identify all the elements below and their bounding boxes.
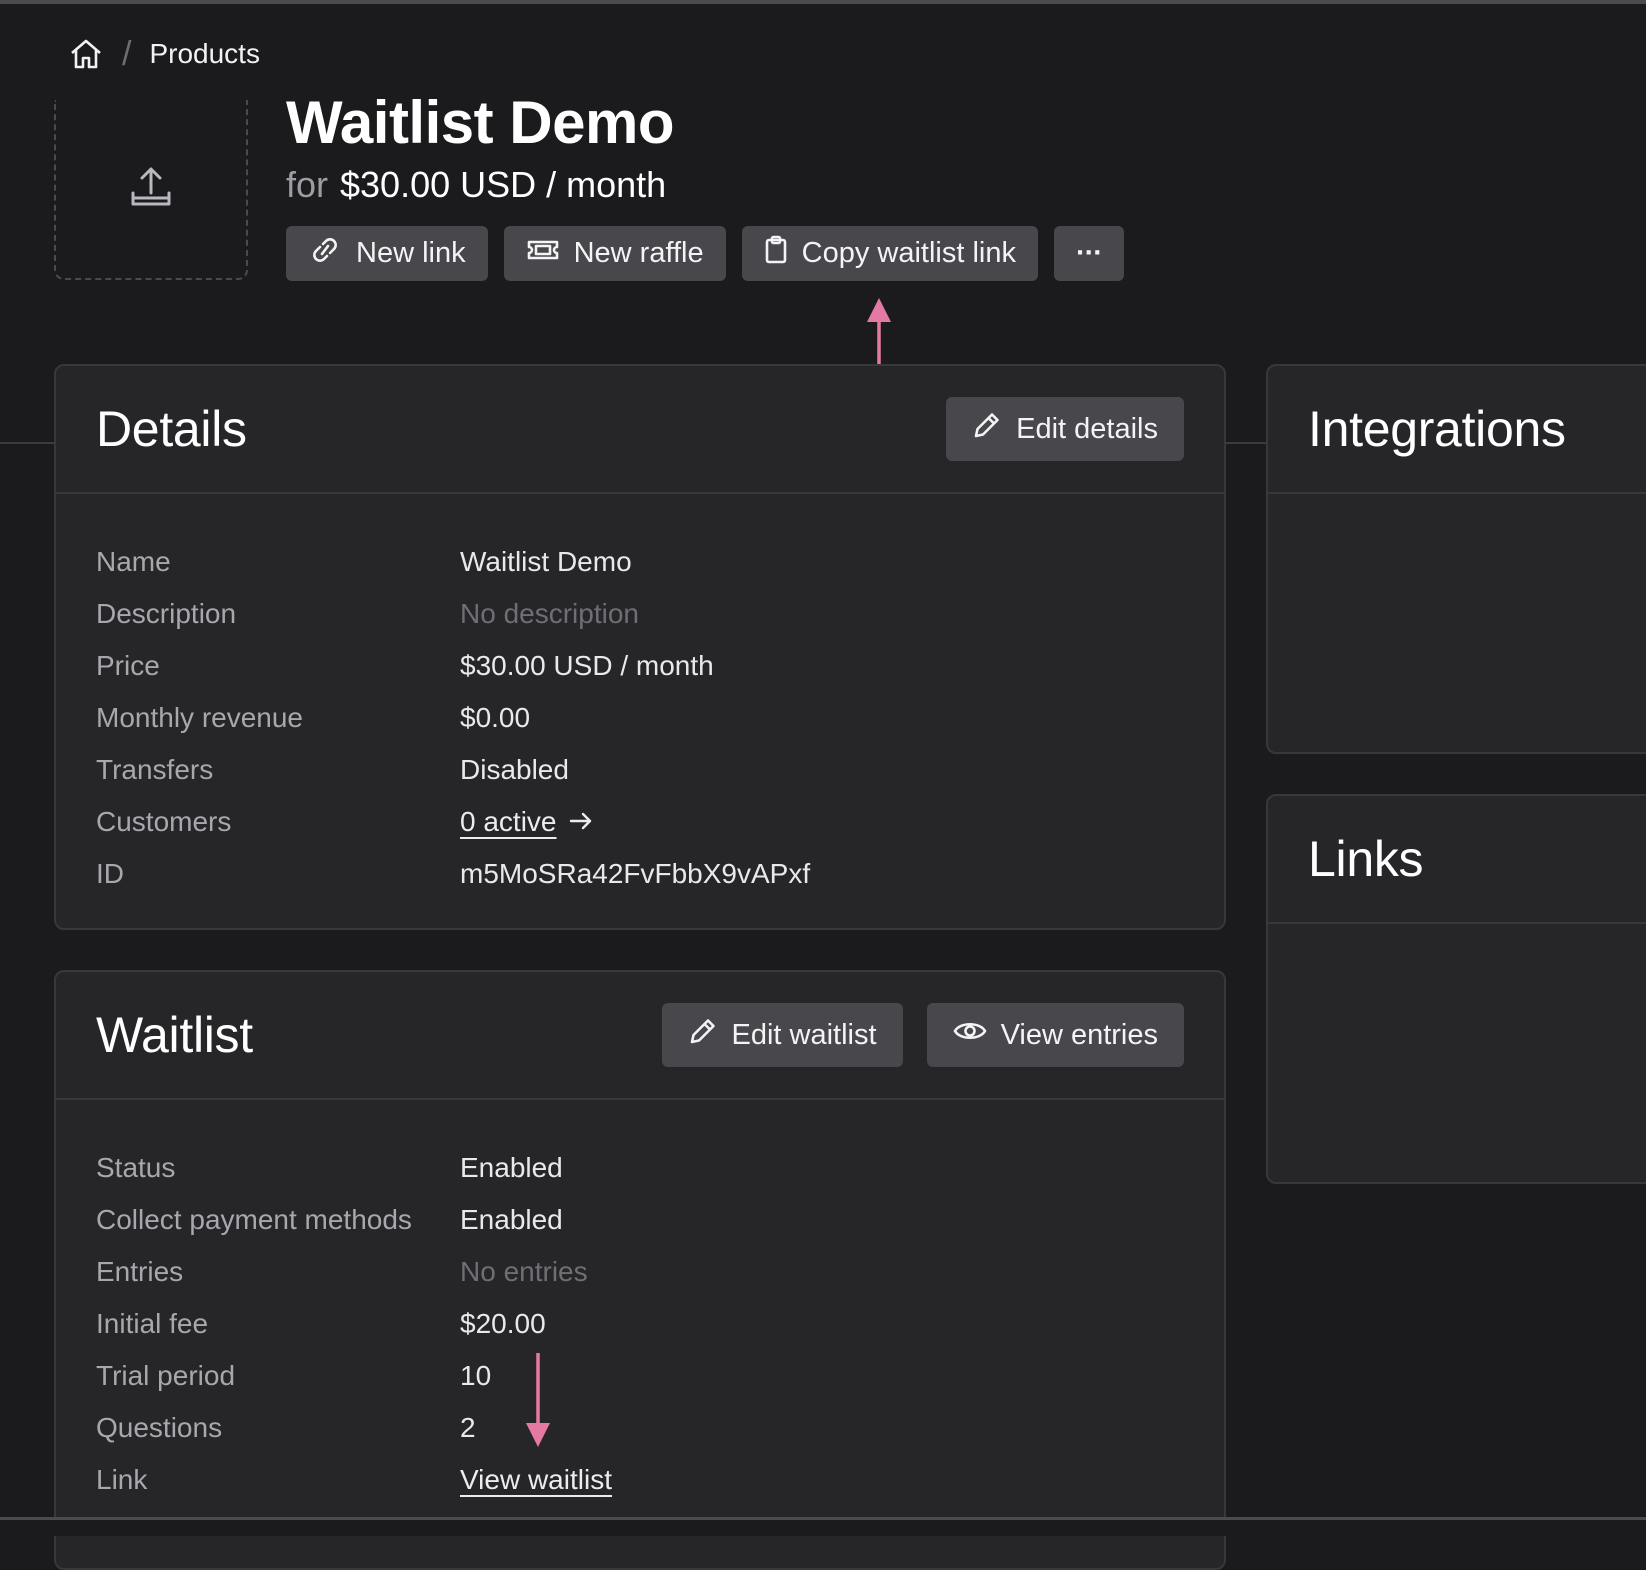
waitlist-row-entries: Entries No entries xyxy=(56,1246,1224,1298)
waitlist-row-trial-period: Trial period 10 xyxy=(56,1350,1224,1402)
waitlist-label: Trial period xyxy=(96,1360,236,1391)
waitlist-value: 10 xyxy=(460,1360,492,1391)
divider xyxy=(0,442,56,444)
view-entries-button[interactable]: View entries xyxy=(926,1003,1184,1067)
product-actions: New link New raffle Copy waitlist link ·… xyxy=(286,226,1124,281)
breadcrumb-products[interactable]: Products xyxy=(149,38,260,70)
waitlist-card-header: Waitlist Edit waitlist View entries xyxy=(56,972,1224,1100)
detail-value: m5MoSRa42FvFbbX9vAPxf xyxy=(460,858,811,889)
arrow-right-icon xyxy=(569,806,593,838)
waitlist-label: Entries xyxy=(96,1256,184,1287)
detail-value: Waitlist Demo xyxy=(460,546,632,577)
edit-details-button[interactable]: Edit details xyxy=(946,397,1184,461)
integrations-title: Integrations xyxy=(1308,401,1566,457)
detail-value: No description xyxy=(460,598,639,629)
detail-label: ID xyxy=(96,858,124,889)
links-title: Links xyxy=(1308,831,1424,887)
detail-row-transfers: Transfers Disabled xyxy=(56,744,1224,796)
waitlist-actions: Edit waitlist View entries xyxy=(661,1003,1184,1067)
waitlist-value: Enabled xyxy=(460,1152,563,1183)
breadcrumb-separator: / xyxy=(122,34,132,73)
divider xyxy=(1224,442,1268,444)
breadcrumb: / Products xyxy=(68,34,260,74)
details-card-header: Details Edit details xyxy=(56,366,1224,494)
ticket-icon xyxy=(526,237,560,271)
waitlist-row-questions: Questions 2 xyxy=(56,1402,1224,1454)
customers-link-label: 0 active xyxy=(460,806,557,837)
detail-value: $0.00 xyxy=(460,702,531,733)
waitlist-label: Link xyxy=(96,1464,148,1495)
integrations-card: Integrations xyxy=(1266,364,1646,754)
more-actions-button[interactable]: ··· xyxy=(1053,226,1124,281)
clipboard-icon xyxy=(764,235,788,273)
detail-row-customers: Customers 0 active xyxy=(56,796,1224,848)
top-border xyxy=(0,0,1646,4)
bottom-strip xyxy=(0,1520,1646,1536)
waitlist-label: Initial fee xyxy=(96,1308,209,1339)
waitlist-label: Collect payment methods xyxy=(96,1204,412,1235)
waitlist-value: $20.00 xyxy=(460,1308,546,1339)
product-price: $30.00 USD / month xyxy=(340,164,667,205)
detail-row-price: Price $30.00 USD / month xyxy=(56,640,1224,692)
detail-row-id: ID m5MoSRa42FvFbbX9vAPxf xyxy=(56,848,1224,900)
waitlist-title: Waitlist xyxy=(96,1007,253,1063)
integrations-card-header: Integrations xyxy=(1268,366,1646,494)
view-waitlist-link[interactable]: View waitlist xyxy=(460,1464,612,1496)
detail-value: $30.00 USD / month xyxy=(460,650,714,681)
home-icon[interactable] xyxy=(68,36,104,72)
product-price-line: for $30.00 USD / month xyxy=(286,164,666,206)
more-icon: ··· xyxy=(1075,237,1103,269)
link-icon xyxy=(308,235,342,273)
new-link-label: New link xyxy=(356,237,466,269)
detail-label: Transfers xyxy=(96,754,214,785)
waitlist-label: Status xyxy=(96,1152,176,1183)
detail-label: Price xyxy=(96,650,160,681)
links-card: Links xyxy=(1266,794,1646,1184)
detail-label: Monthly revenue xyxy=(96,702,304,733)
edit-details-label: Edit details xyxy=(1016,412,1158,445)
details-title: Details xyxy=(96,401,247,457)
copy-waitlist-link-button[interactable]: Copy waitlist link xyxy=(741,226,1038,281)
waitlist-list: Status Enabled Collect payment methods E… xyxy=(56,1100,1224,1506)
detail-label: Customers xyxy=(96,806,232,837)
pencil-icon xyxy=(688,1016,718,1054)
waitlist-row-collect-payment: Collect payment methods Enabled xyxy=(56,1194,1224,1246)
detail-row-monthly-revenue: Monthly revenue $0.00 xyxy=(56,692,1224,744)
annotation-arrow-down-icon xyxy=(526,1353,550,1447)
pencil-icon xyxy=(972,410,1002,448)
waitlist-card: Waitlist Edit waitlist View entries Stat… xyxy=(54,970,1226,1570)
eye-icon xyxy=(953,1018,987,1052)
product-image-upload[interactable] xyxy=(54,100,248,280)
copy-waitlist-link-label: Copy waitlist link xyxy=(801,237,1016,269)
waitlist-row-status: Status Enabled xyxy=(56,1142,1224,1194)
edit-waitlist-button[interactable]: Edit waitlist xyxy=(661,1003,903,1067)
new-raffle-label: New raffle xyxy=(573,237,704,269)
upload-icon xyxy=(129,165,173,214)
page-title: Waitlist Demo xyxy=(286,89,674,156)
waitlist-value: Enabled xyxy=(460,1204,563,1235)
detail-row-name: Name Waitlist Demo xyxy=(56,536,1224,588)
detail-row-description: Description No description xyxy=(56,588,1224,640)
links-card-header: Links xyxy=(1268,796,1646,924)
view-entries-label: View entries xyxy=(1000,1018,1158,1051)
customers-link[interactable]: 0 active xyxy=(460,806,593,838)
new-link-button[interactable]: New link xyxy=(286,226,488,281)
detail-value: Disabled xyxy=(460,754,569,785)
for-label: for xyxy=(286,164,329,205)
detail-label: Name xyxy=(96,546,171,577)
waitlist-value: No entries xyxy=(460,1256,588,1287)
waitlist-label: Questions xyxy=(96,1412,223,1443)
new-raffle-button[interactable]: New raffle xyxy=(503,226,726,281)
waitlist-row-initial-fee: Initial fee $20.00 xyxy=(56,1298,1224,1350)
waitlist-row-link: Link View waitlist xyxy=(56,1454,1224,1506)
detail-label: Description xyxy=(96,598,237,629)
edit-waitlist-label: Edit waitlist xyxy=(731,1018,877,1051)
details-list: Name Waitlist Demo Description No descri… xyxy=(56,494,1224,900)
details-card: Details Edit details Name Waitlist Demo … xyxy=(54,364,1226,930)
waitlist-value: 2 xyxy=(460,1412,476,1443)
